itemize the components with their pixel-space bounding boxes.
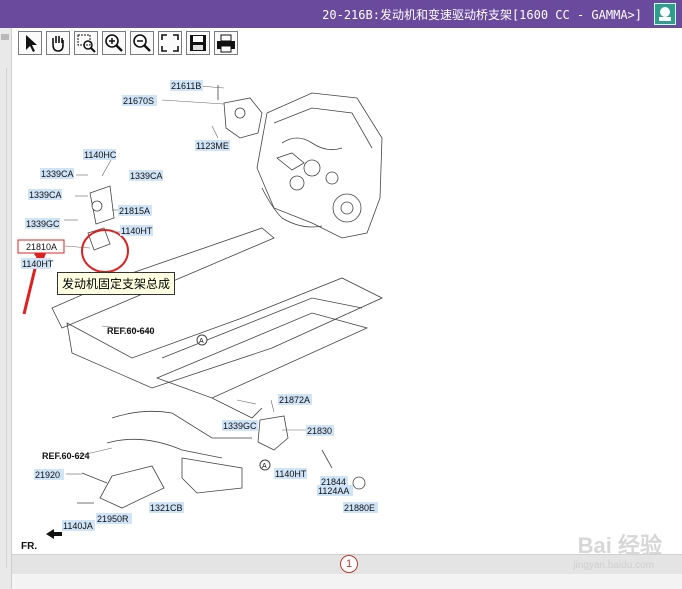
- zoom-in-button[interactable]: [102, 31, 126, 55]
- part-label-1339GC[interactable]: 1339GC: [26, 219, 60, 229]
- zoom-area-button[interactable]: [74, 31, 98, 55]
- part-label-1339CA-left[interactable]: 1339CA: [41, 169, 74, 179]
- part-label-21815A[interactable]: 21815A: [119, 206, 150, 216]
- toolbar: [12, 28, 682, 58]
- save-button[interactable]: [186, 31, 210, 55]
- left-scroll-panel[interactable]: [0, 28, 12, 589]
- title-bar: 20-216B:发动机和变速驱动桥支架[1600 CC - GAMMA>]: [0, 0, 682, 28]
- left-mount-bracket: [87, 185, 115, 251]
- front-direction-label: FR.: [21, 541, 37, 552]
- part-label-21830[interactable]: 21830: [307, 426, 332, 436]
- engine-outline: [256, 92, 383, 239]
- ref-label-60-624[interactable]: REF.60-624: [42, 451, 90, 461]
- part-label-21920[interactable]: 21920: [35, 470, 60, 480]
- zoom-out-button[interactable]: [130, 31, 154, 55]
- part-label-1123ME[interactable]: 1123ME: [196, 141, 229, 151]
- pan-hand-icon: [52, 36, 64, 52]
- zoom-out-icon: [133, 34, 151, 52]
- part-label-21880E[interactable]: 21880E: [344, 503, 375, 513]
- pan-hand-button[interactable]: [46, 31, 70, 55]
- part-label-1140HC[interactable]: 1140HC: [84, 150, 117, 160]
- part-label-21670S[interactable]: 21670S: [123, 96, 154, 106]
- part-label-1339CA-right[interactable]: 1339CA: [130, 171, 163, 181]
- part-label-1140JA[interactable]: 1140JA: [63, 521, 93, 531]
- part-label-1140HT-rear[interactable]: 1140HT: [275, 469, 307, 479]
- front-direction-arrow-icon: [46, 529, 62, 539]
- scroll-knob[interactable]: [1, 34, 9, 40]
- ref-marker-a: A: [199, 338, 204, 345]
- part-tooltip: 发动机固定支架总成: [57, 272, 176, 295]
- fit-screen-icon: [161, 34, 179, 52]
- part-label-21810A[interactable]: 21810A: [26, 242, 57, 252]
- select-arrow-button[interactable]: [18, 31, 42, 55]
- zoom-in-icon: [105, 34, 123, 52]
- watermark-url: jingyan.baidu.com: [573, 560, 654, 571]
- part-label-1124AA[interactable]: 1124AA: [318, 486, 349, 496]
- watermark-logo: Bai 经验: [577, 533, 662, 558]
- print-icon: [217, 34, 235, 53]
- part-label-1140HT[interactable]: 1140HT: [121, 226, 153, 236]
- part-label-1321CB[interactable]: 1321CB: [150, 503, 183, 513]
- mount-bracket-top: [217, 85, 263, 139]
- window-title: 20-216B:发动机和变速驱动桥支架[1600 CC - GAMMA>]: [322, 8, 642, 22]
- scroll-track: [6, 68, 7, 568]
- part-label-21611B[interactable]: 21611B: [171, 81, 201, 91]
- ref-marker-a-lower: A: [262, 463, 267, 470]
- part-label-1339GC-lower[interactable]: 1339GC: [223, 421, 257, 431]
- fit-screen-button[interactable]: [158, 31, 182, 55]
- part-label-21872A[interactable]: 21872A: [279, 395, 310, 405]
- page-number-badge[interactable]: 1: [340, 555, 358, 573]
- exploded-parts-diagram: 21611B 21670S 1123ME 1140HC 1339CA 1339C…: [17, 80, 383, 552]
- diagram-canvas[interactable]: 21611B 21670S 1123ME 1140HC 1339CA 1339C…: [12, 58, 682, 554]
- select-arrow-icon: [26, 35, 37, 52]
- part-label-1140HT-lower[interactable]: 1140HT: [22, 259, 54, 269]
- subframe-upper: [51, 227, 383, 389]
- part-label-21950R[interactable]: 21950R: [97, 514, 129, 524]
- subframe-lower: [106, 312, 369, 494]
- print-button[interactable]: [214, 31, 238, 55]
- part-label-1339CA-lower[interactable]: 1339CA: [29, 190, 62, 200]
- zoom-area-icon: [77, 34, 96, 53]
- bottom-strip: [12, 574, 682, 589]
- ref-label-60-640[interactable]: REF.60-640: [107, 326, 155, 336]
- app-logo-icon[interactable]: [654, 3, 676, 25]
- save-icon: [190, 35, 206, 51]
